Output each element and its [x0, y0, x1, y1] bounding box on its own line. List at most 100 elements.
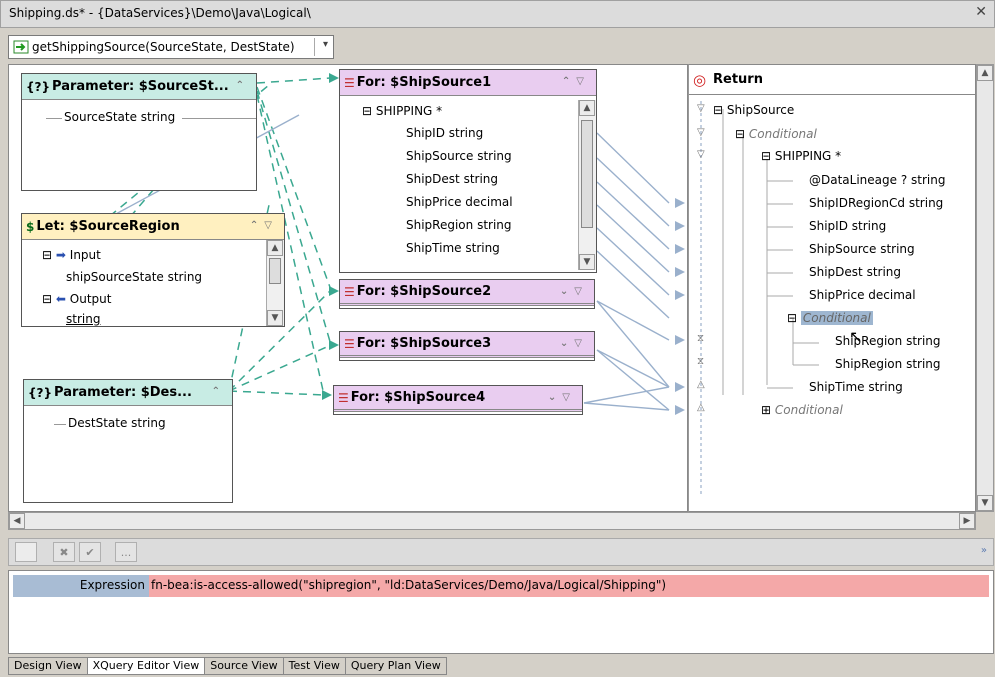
input-port-icon: △: [697, 402, 705, 413]
input-group[interactable]: ⊟ ➡ Input: [42, 248, 101, 262]
for-ship-source1-header[interactable]: ☰ For: $ShipSource1 ⌃▽: [340, 70, 596, 96]
expression-editor[interactable]: Expression fn-bea:is-access-allowed("shi…: [8, 570, 994, 654]
tree-label-selected: Conditional: [800, 311, 873, 325]
node-field[interactable]: shipSourceState string: [66, 270, 202, 284]
collapse-tree-icon[interactable]: ⊟: [713, 103, 723, 117]
tree-field[interactable]: ShipIDRegionCd string: [809, 196, 943, 210]
parameter-icon: {?}: [28, 385, 53, 400]
node-scrollbar[interactable]: ▲ ▼: [578, 100, 596, 270]
tree-field[interactable]: ShipSource string: [809, 242, 915, 256]
query-canvas[interactable]: {?} Parameter: $SourceSt... ⌃ SourceStat…: [8, 64, 688, 512]
collapse-tree-icon[interactable]: ⊟: [787, 311, 797, 325]
parameter-icon: {?}: [26, 79, 51, 94]
tree-node-shipsource[interactable]: ⊟ ShipSource: [713, 103, 794, 117]
for-ship-source1-node[interactable]: ☰ For: $ShipSource1 ⌃▽ ⊟ SHIPPING * Ship…: [339, 69, 597, 273]
input-port-icon: ▽: [697, 103, 705, 114]
input-port-icon: ▽: [697, 127, 705, 138]
for-ship-source2-header[interactable]: ☰ For: $ShipSource2 ⌄▽: [340, 280, 594, 306]
tree-group-shipping[interactable]: ⊟ SHIPPING *: [362, 104, 442, 118]
node-scrollbar[interactable]: ▲ ▼: [266, 240, 284, 326]
chevron-down-icon[interactable]: ▾: [323, 39, 328, 50]
tree-field[interactable]: ShipID string: [809, 219, 886, 233]
scroll-right-icon[interactable]: ▶: [959, 513, 975, 529]
node-field[interactable]: ShipPrice decimal: [406, 195, 513, 209]
tree-node-inner-conditional[interactable]: ⊟ Conditional: [787, 311, 873, 325]
close-icon[interactable]: ✕: [975, 4, 987, 20]
vertical-scrollbar[interactable]: ▲ ▼: [976, 64, 994, 512]
collapse-tree-icon[interactable]: ⊟: [761, 149, 771, 163]
tree-field[interactable]: ShipPrice decimal: [809, 288, 916, 302]
expand-icon[interactable]: ⌄▽: [560, 286, 588, 297]
expand-icon[interactable]: ⌄▽: [560, 338, 588, 349]
expand-panel-icon[interactable]: »: [981, 545, 987, 556]
tree-label: ShipSource: [726, 103, 795, 117]
output-arrow-icon: ⬅: [55, 292, 66, 306]
tab-query-plan-view[interactable]: Query Plan View: [344, 657, 447, 675]
for-loop-icon: ☰: [344, 75, 355, 90]
function-arrow-icon: [13, 40, 29, 54]
tree-field[interactable]: ShipTime string: [809, 380, 903, 394]
node-field[interactable]: ShipSource string: [406, 149, 512, 163]
collapse-icon[interactable]: ⌃: [236, 80, 250, 91]
parameter-dest-state-node[interactable]: {?} Parameter: $Des... ⌃ DestState strin…: [23, 379, 233, 503]
horizontal-scrollbar[interactable]: ◀ ▶: [8, 512, 976, 530]
collapse-icon[interactable]: ⌃▽: [562, 76, 590, 87]
for-ship-source4-header[interactable]: ☰ For: $ShipSource4 ⌄▽: [334, 386, 582, 412]
scroll-left-icon[interactable]: ◀: [9, 513, 25, 529]
expand-icon[interactable]: ⌄▽: [548, 392, 576, 403]
for-loop-icon: ☰: [338, 390, 349, 405]
function-selector[interactable]: getShippingSource(SourceState, DestState…: [8, 35, 334, 59]
for-loop-icon: ☰: [344, 284, 355, 299]
collapse-icon[interactable]: ⌃: [212, 386, 226, 397]
blank-button[interactable]: [15, 542, 37, 562]
let-source-region-header[interactable]: $ Let: $SourceRegion ⌃▽: [22, 214, 284, 240]
expression-value[interactable]: fn-bea:is-access-allowed("shipregion", "…: [149, 575, 989, 597]
for-ship-source2-node[interactable]: ☰ For: $ShipSource2 ⌄▽: [339, 279, 595, 309]
expand-tree-icon[interactable]: ⊞: [761, 403, 771, 417]
more-button[interactable]: ...: [115, 542, 137, 562]
collapse-tree-icon[interactable]: ⊟: [42, 292, 52, 306]
scroll-up-icon[interactable]: ▲: [977, 65, 993, 81]
node-field[interactable]: DestState string: [68, 416, 166, 430]
return-header[interactable]: ◎ Return: [689, 65, 975, 95]
accept-icon[interactable]: ✔: [79, 542, 101, 562]
parameter-dest-state-header[interactable]: {?} Parameter: $Des... ⌃: [24, 380, 232, 406]
input-port-icon: ▽: [697, 149, 705, 160]
for-ship-source4-node[interactable]: ☰ For: $ShipSource4 ⌄▽: [333, 385, 583, 415]
node-field[interactable]: ShipID string: [406, 126, 483, 140]
tab-design-view[interactable]: Design View: [8, 657, 88, 675]
let-source-region-node[interactable]: $ Let: $SourceRegion ⌃▽ ⊟ ➡ Input shipSo…: [21, 213, 285, 327]
node-title: For: $ShipSource4: [350, 390, 486, 405]
node-field[interactable]: ShipDest string: [406, 172, 498, 186]
tree-label: SHIPPING *: [774, 149, 842, 163]
return-pane[interactable]: ◎ Return ▽ ⊟ ShipSource ▽ ⊟ Conditional …: [688, 64, 976, 512]
collapse-tree-icon[interactable]: ⊟: [362, 104, 372, 118]
parameter-source-state-header[interactable]: {?} Parameter: $SourceSt... ⌃: [22, 74, 256, 100]
tree-label: Conditional: [748, 127, 817, 141]
tree-node-conditional-bottom[interactable]: ⊞ Conditional: [761, 403, 843, 417]
scroll-down-icon[interactable]: ▼: [977, 495, 993, 511]
tab-test-view[interactable]: Test View: [282, 657, 346, 675]
tree-field[interactable]: ShipRegion string: [835, 357, 941, 371]
cancel-icon[interactable]: ✖: [53, 542, 75, 562]
for-ship-source3-header[interactable]: ☰ For: $ShipSource3 ⌄▽: [340, 332, 594, 358]
node-field[interactable]: ShipRegion string: [406, 218, 512, 232]
expression-row[interactable]: Expression fn-bea:is-access-allowed("shi…: [13, 575, 989, 597]
tree-node-conditional[interactable]: ⊟ Conditional: [735, 127, 817, 141]
tree-node-shipping[interactable]: ⊟ SHIPPING *: [761, 149, 841, 163]
tab-xquery-editor-view[interactable]: XQuery Editor View: [86, 657, 206, 675]
tree-field[interactable]: @DataLineage ? string: [809, 173, 945, 187]
collapse-tree-icon[interactable]: ⊟: [42, 248, 52, 262]
collapse-icon[interactable]: ⌃▽: [250, 220, 278, 231]
node-field[interactable]: string: [66, 312, 100, 326]
tree-field[interactable]: ShipDest string: [809, 265, 901, 279]
parameter-source-state-node[interactable]: {?} Parameter: $SourceSt... ⌃ SourceStat…: [21, 73, 257, 191]
node-field[interactable]: ShipTime string: [406, 241, 500, 255]
tab-source-view[interactable]: Source View: [204, 657, 284, 675]
collapse-tree-icon[interactable]: ⊟: [735, 127, 745, 141]
for-ship-source3-node[interactable]: ☰ For: $ShipSource3 ⌄▽: [339, 331, 595, 361]
tree-connector: [182, 118, 256, 119]
for-loop-icon: ☰: [344, 336, 355, 351]
node-field[interactable]: SourceState string: [64, 110, 175, 124]
output-group[interactable]: ⊟ ⬅ Output: [42, 292, 111, 306]
